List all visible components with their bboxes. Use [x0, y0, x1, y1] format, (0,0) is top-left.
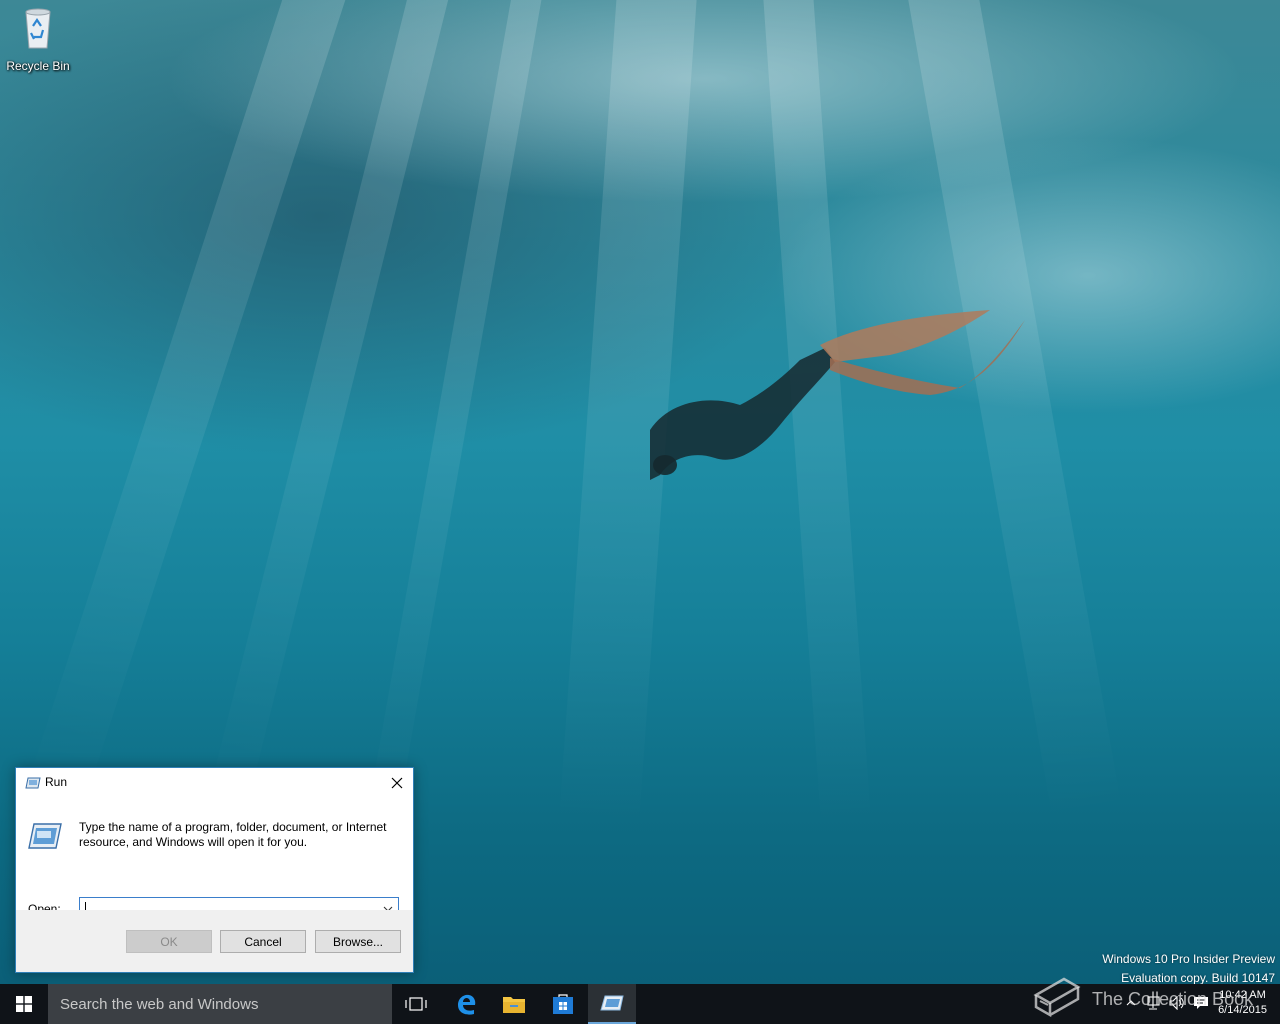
brand-text: The Collection Book — [1092, 989, 1254, 1009]
search-placeholder: Search the web and Windows — [60, 995, 259, 1013]
edge-icon — [458, 994, 476, 1015]
recycle-bin-shortcut[interactable]: Recycle Bin — [4, 6, 72, 73]
run-taskbar-button[interactable] — [588, 984, 636, 1024]
edge-button[interactable] — [442, 984, 490, 1024]
close-icon — [391, 777, 403, 788]
task-view-icon — [405, 997, 427, 1011]
brand-watermark: The Collection Book — [1030, 975, 1280, 1024]
book-icon — [1033, 977, 1081, 1018]
run-icon — [25, 777, 41, 789]
run-dialog: Run Type the name of a program, folder, … — [15, 767, 414, 973]
recycle-bin-icon — [25, 8, 51, 49]
file-explorer-button[interactable] — [490, 984, 538, 1024]
watermark-edition: Windows 10 Pro Insider Preview — [1102, 952, 1275, 966]
run-body: Type the name of a program, folder, docu… — [16, 798, 413, 920]
run-icon — [600, 995, 624, 1011]
run-button-bar: OK Cancel Browse... — [16, 910, 413, 972]
store-icon — [553, 994, 573, 1014]
store-button[interactable] — [539, 984, 587, 1024]
start-button[interactable] — [0, 984, 48, 1024]
run-titlebar[interactable]: Run — [16, 768, 413, 798]
run-title: Run — [45, 775, 68, 789]
browse-button[interactable]: Browse... — [315, 930, 401, 953]
ok-button[interactable]: OK — [126, 930, 212, 953]
recycle-bin-label: Recycle Bin — [6, 59, 70, 73]
close-button[interactable] — [381, 768, 413, 797]
task-view-button[interactable] — [392, 984, 440, 1024]
folder-icon — [503, 997, 525, 1013]
windows-logo-icon — [16, 996, 32, 1012]
run-program-icon — [28, 823, 62, 849]
run-description: Type the name of a program, folder, docu… — [79, 820, 387, 849]
search-box[interactable]: Search the web and Windows — [48, 984, 392, 1024]
diver-image — [650, 310, 1025, 480]
cancel-button[interactable]: Cancel — [220, 930, 306, 953]
